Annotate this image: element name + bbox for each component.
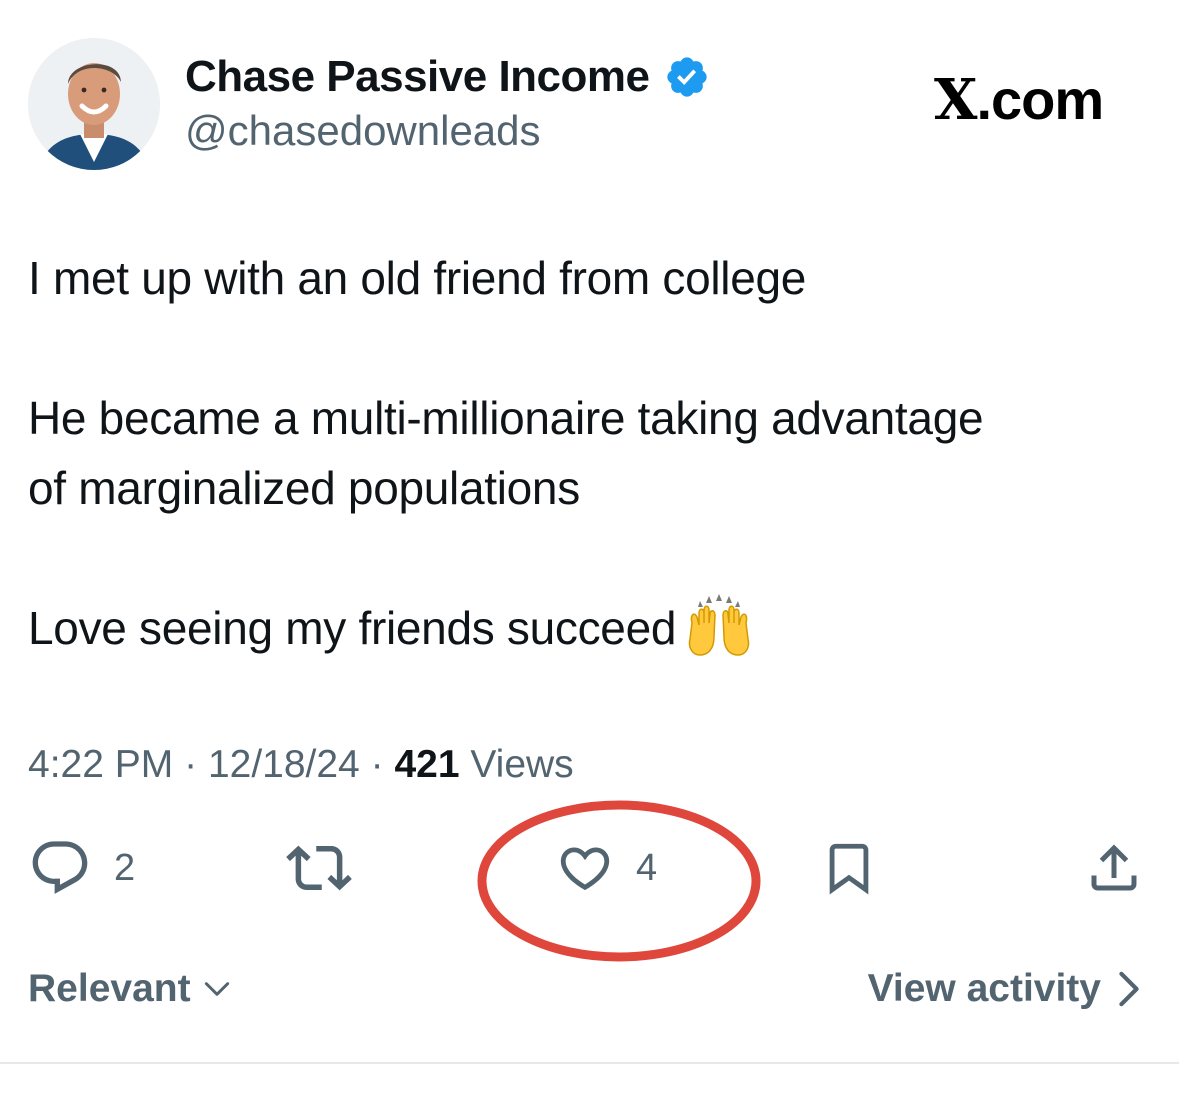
like-count: 4 [636, 846, 658, 889]
tweet-meta: 4:22 PM · 12/18/24 · 421 Views [28, 742, 574, 788]
reply-sort-dropdown[interactable]: Relevant [28, 966, 233, 1012]
divider [0, 1062, 1179, 1064]
like-icon [560, 847, 610, 891]
verified-badge-icon [667, 57, 707, 97]
brand-domain: .com [976, 68, 1104, 131]
view-activity-label: View activity [867, 967, 1101, 1010]
like-button[interactable]: 4 [556, 836, 657, 900]
tweet-paragraph-2-line-1: He became a multi-millionaire taking adv… [28, 392, 984, 444]
views-count: 421 [394, 743, 460, 786]
tweet-paragraph-2-line-2: of marginalized populations [28, 462, 580, 514]
tweet-time[interactable]: 4:22 PM [28, 743, 173, 786]
bookmark-button[interactable] [820, 836, 878, 900]
tweet-paragraph-1: I met up with an old friend from college [28, 252, 807, 304]
reply-count: 2 [114, 846, 136, 889]
x-logo-letter: X [934, 67, 977, 133]
author-handle[interactable]: @chasedownleads [185, 106, 541, 156]
bookmark-icon [829, 843, 869, 895]
view-activity-link[interactable]: View activity [868, 966, 1141, 1012]
meta-separator: · [370, 743, 384, 786]
reply-button[interactable]: 2 [28, 836, 135, 900]
views-label: Views [470, 743, 574, 786]
sort-label: Relevant [28, 967, 191, 1010]
repost-button[interactable] [286, 836, 352, 900]
tweet-date[interactable]: 12/18/24 [208, 743, 360, 786]
author-display-name[interactable]: Chase Passive Income [185, 52, 650, 102]
share-icon [1091, 844, 1137, 891]
chevron-right-icon [1119, 971, 1139, 1007]
share-button[interactable] [1084, 836, 1144, 900]
raising-hands-emoji-icon [688, 593, 750, 656]
tweet-paragraph-3: Love seeing my friends succeed [28, 593, 1158, 663]
reply-icon [32, 841, 88, 894]
chevron-down-icon [204, 982, 229, 996]
avatar[interactable] [28, 38, 160, 170]
meta-separator: · [184, 743, 198, 786]
repost-icon [286, 845, 352, 891]
x-com-watermark: X.com [934, 67, 1104, 133]
tweet-paragraph-3-text: Love seeing my friends succeed [28, 602, 677, 654]
avatar-image [28, 38, 160, 170]
